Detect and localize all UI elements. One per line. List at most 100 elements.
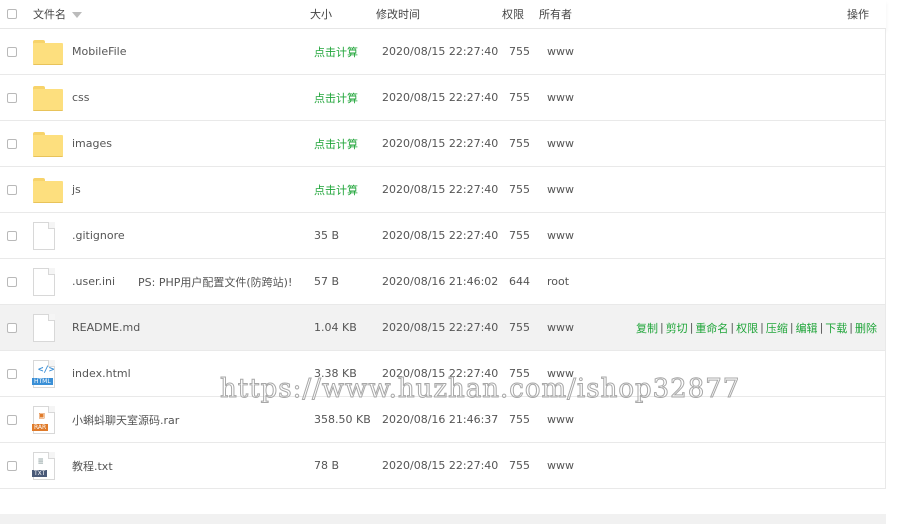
action-separator: | [760,321,764,334]
file-mtime: 2020/08/15 22:27:40 [382,183,499,196]
file-mtime: 2020/08/15 22:27:40 [382,91,499,104]
file-icon [33,267,55,296]
folder-icon [33,85,63,111]
file-mtime: 2020/08/16 21:46:02 [382,275,499,288]
action-separator: | [730,321,735,334]
file-mtime: 2020/08/15 22:27:40 [382,137,499,150]
row-checkbox[interactable] [7,351,17,396]
file-owner: www [547,321,574,334]
row-checkbox[interactable] [7,259,17,304]
header-mtime[interactable]: 修改时间 [376,0,420,28]
file-mtime: 2020/08/16 21:46:37 [382,413,499,426]
file-name[interactable]: js [72,167,81,212]
table-row[interactable]: ≡ TXT 教程.txt 78 B 2020/08/15 22:27:40 755 www [0,443,886,489]
table-header: 文件名 大小 修改时间 权限 所有者 操作 [0,0,886,29]
file-perm: 755 [509,459,530,472]
file-owner: www [547,91,574,104]
file-mtime: 2020/08/15 22:27:40 [382,459,499,472]
pagination-bar [0,514,886,524]
table-row[interactable]: css 点击计算 2020/08/15 22:27:40 755 www [0,75,886,121]
file-name[interactable]: 教程.txt [72,443,113,488]
file-name[interactable]: css [72,75,90,120]
folder-icon [33,39,63,65]
file-owner: www [547,45,574,58]
sort-desc-icon[interactable] [72,11,82,18]
file-owner: www [547,413,574,426]
action-5[interactable]: 编辑 [796,320,818,336]
file-name[interactable]: index.html [72,351,131,396]
table-row[interactable]: .gitignore 35 B 2020/08/15 22:27:40 755 www [0,213,886,259]
header-ops: 操作 [847,8,869,21]
file-owner: www [547,137,574,150]
file-perm: 755 [509,45,530,58]
file-name[interactable]: images [72,121,112,166]
txt-file-icon: ≡ TXT [32,451,55,480]
file-name[interactable]: .gitignore [72,213,125,258]
action-separator: | [819,321,824,334]
file-name[interactable]: README.md [72,305,140,350]
table-row[interactable]: MobileFile 点击计算 2020/08/15 22:27:40 755 www [0,29,886,75]
header-name[interactable]: 文件名 [33,0,82,28]
file-icon [33,221,55,250]
file-mtime: 2020/08/15 22:27:40 [382,367,499,380]
table-row[interactable]: </> HTML index.html 3.38 KB 2020/08/15 22:27… [0,351,886,397]
file-name[interactable]: .user.ini [72,259,115,304]
file-perm: 644 [509,275,530,288]
file-owner: www [547,459,574,472]
row-actions: 复制 | 剪切 | 重命名 | 权限 | 压缩 | 编辑 | 下载 | 删除 [635,305,878,350]
rar-file-icon: ▣ RAR [32,405,55,434]
table-row[interactable]: js 点击计算 2020/08/15 22:27:40 755 www [0,167,886,213]
file-owner: www [547,229,574,242]
folder-icon [33,177,63,203]
file-size: 3.38 KB [314,367,357,380]
row-checkbox[interactable] [7,443,17,488]
action-separator: | [789,321,794,334]
row-checkbox[interactable] [7,305,17,350]
file-size: 35 B [314,229,340,242]
file-perm: 755 [509,367,530,380]
header-size[interactable]: 大小 [310,0,332,28]
row-checkbox[interactable] [7,167,17,212]
row-checkbox[interactable] [7,397,17,442]
calc-size-link[interactable]: 点击计算 [314,75,358,120]
action-4[interactable]: 压缩 [766,320,788,336]
action-2[interactable]: 重命名 [695,320,728,336]
table-row[interactable]: ▣ RAR 小蝌蚪聊天室源码.rar 358.50 KB 2020/08/16 21:4… [0,397,886,443]
row-checkbox[interactable] [7,213,17,258]
calc-size-link[interactable]: 点击计算 [314,167,358,212]
file-owner: www [547,183,574,196]
action-3[interactable]: 权限 [736,320,758,336]
file-perm: 755 [509,91,530,104]
file-table: 文件名 大小 修改时间 权限 所有者 操作 MobileFile 点击计算 2020… [0,0,886,489]
file-name[interactable]: 小蝌蚪聊天室源码.rar [72,397,179,442]
file-size: 57 B [314,275,340,288]
file-note: PS: PHP用户配置文件(防跨站)! [138,275,293,289]
action-separator: | [689,321,694,334]
action-7[interactable]: 删除 [855,320,877,336]
file-size: 78 B [314,459,340,472]
row-checkbox[interactable] [7,121,17,166]
folder-icon [33,131,63,157]
row-checkbox[interactable] [7,75,17,120]
table-row[interactable]: README.md 1.04 KB 2020/08/15 22:27:40 755 ww… [0,305,886,351]
file-perm: 755 [509,137,530,150]
table-row[interactable]: .user.ini PS: PHP用户配置文件(防跨站)! 57 B 2020/08/… [0,259,886,305]
row-checkbox[interactable] [7,29,17,74]
file-mtime: 2020/08/15 22:27:40 [382,229,499,242]
calc-size-link[interactable]: 点击计算 [314,29,358,74]
file-owner: www [547,367,574,380]
calc-size-link[interactable]: 点击计算 [314,121,358,166]
action-separator: | [659,321,664,334]
file-name[interactable]: MobileFile [72,29,127,74]
file-owner: root [547,275,570,288]
table-body: MobileFile 点击计算 2020/08/15 22:27:40 755 www c… [0,29,886,489]
action-6[interactable]: 下载 [825,320,847,336]
action-1[interactable]: 剪切 [666,320,688,336]
table-row[interactable]: images 点击计算 2020/08/15 22:27:40 755 www [0,121,886,167]
file-size: 1.04 KB [314,321,357,334]
select-all-checkbox[interactable] [7,0,17,28]
file-mtime: 2020/08/15 22:27:40 [382,321,499,334]
html-file-icon: </> HTML [32,359,55,388]
action-0[interactable]: 复制 [636,320,658,336]
action-separator: | [849,321,853,334]
